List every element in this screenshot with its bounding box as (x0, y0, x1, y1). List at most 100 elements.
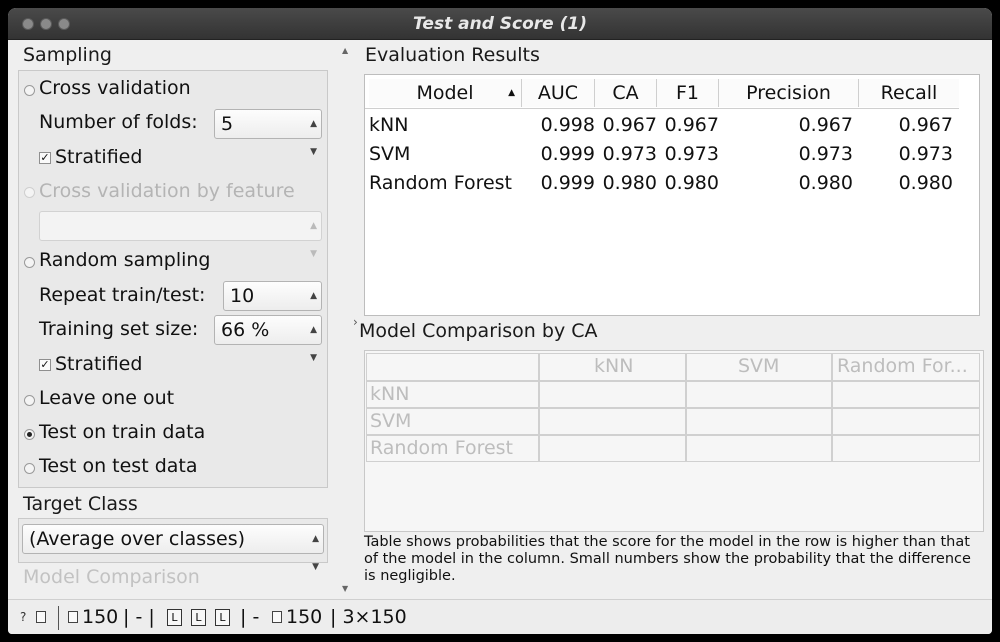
column-header-precision[interactable]: Precision (719, 79, 859, 107)
comparison-cell (539, 435, 686, 462)
leave-one-out-radio[interactable] (24, 395, 35, 406)
test-on-train-radio[interactable] (24, 429, 35, 440)
table-cell: 0.999 (540, 143, 595, 165)
table-row-model[interactable]: SVM (369, 143, 410, 165)
train-size-value: 66 % (221, 319, 270, 341)
divider (58, 606, 59, 630)
comparison-cell (686, 381, 832, 408)
train-size-combo[interactable]: 66 % ▲ ▼ (214, 315, 322, 363)
comparison-row-rf: Random Forest (366, 435, 539, 462)
column-header-auc[interactable]: AUC (522, 79, 595, 107)
sampling-title: Sampling (23, 44, 112, 66)
target-class-value: (Average over classes) (29, 528, 246, 550)
comparison-col-knn: kNN (539, 353, 686, 381)
table-cell: 0.999 (540, 172, 595, 194)
train-size-label: Training set size: (39, 318, 199, 340)
window: Test and Score (1) Sampling Cross valida… (8, 8, 992, 634)
column-header-model[interactable]: Model ▲ (369, 79, 522, 107)
comparison-cell (832, 435, 980, 462)
stratified2-checkbox[interactable]: ✓ (39, 359, 51, 371)
table-cell: 0.973 (798, 143, 853, 165)
column-header-recall[interactable]: Recall (859, 79, 959, 107)
input-icon (68, 611, 78, 623)
random-sampling-radio[interactable] (24, 257, 35, 268)
repeat-label: Repeat train/test: (39, 284, 206, 306)
table-row-model[interactable]: kNN (369, 114, 408, 136)
column-header-ca[interactable]: CA (595, 79, 657, 107)
table-cell: 0.980 (664, 172, 719, 194)
folds-combo[interactable]: 5 ▲ ▼ (214, 109, 322, 157)
cv-by-feature-label[interactable]: Cross validation by feature (39, 180, 295, 202)
statusbar: ? 150 | - | L L L | - 150 | 3×150 (8, 599, 992, 634)
folds-label: Number of folds: (39, 111, 198, 133)
chevron-down-icon: ▲▼ (310, 119, 317, 157)
evaluation-table[interactable]: Model ▲ AUC CA F1 Precision Recall kNN 0… (364, 74, 980, 316)
table-cell: 0.980 (898, 172, 953, 194)
test-on-test-label[interactable]: Test on test data (39, 455, 198, 477)
titlebar: Test and Score (1) (8, 8, 992, 40)
comparison-note: Table shows probabilities that the score… (364, 534, 971, 584)
comparison-table[interactable]: kNN SVM Random For... kNN SVM Random For… (364, 350, 984, 532)
table-cell: 0.973 (602, 143, 657, 165)
chevron-down-icon: ▲▼ (312, 534, 319, 572)
table-cell: 0.973 (898, 143, 953, 165)
comparison-col-rf: Random For... (832, 353, 980, 381)
status-separator: | - (240, 606, 260, 628)
table-cell: 0.967 (664, 114, 719, 136)
comparison-cell (539, 381, 686, 408)
table-cell: 0.980 (798, 172, 853, 194)
stratified-label[interactable]: Stratified (55, 146, 142, 168)
target-class-combo[interactable]: (Average over classes) ▲ ▼ (22, 524, 324, 572)
table-cell: 0.967 (898, 114, 953, 136)
comparison-cell (832, 381, 980, 408)
comparison-row-svm: SVM (366, 408, 539, 435)
target-class-title: Target Class (23, 493, 138, 515)
table-cell: 0.967 (602, 114, 657, 136)
help-icon[interactable]: ? (20, 610, 26, 624)
cv-by-feature-radio[interactable] (24, 187, 35, 198)
table-cell: 0.967 (798, 114, 853, 136)
chevron-down-icon: ▲▼ (310, 221, 317, 259)
random-sampling-label[interactable]: Random sampling (39, 249, 210, 271)
cross-validation-label[interactable]: Cross validation (39, 77, 191, 99)
splitter-chevron-icon[interactable]: › (353, 315, 358, 329)
stratified-checkbox[interactable]: ✓ (39, 152, 51, 164)
status-square: L (215, 609, 230, 626)
leave-one-out-label[interactable]: Leave one out (39, 387, 174, 409)
status-separator: | - | (123, 606, 155, 628)
header-divider (365, 108, 959, 109)
comparison-cell (539, 408, 686, 435)
comparison-cell (832, 408, 980, 435)
cross-validation-radio[interactable] (24, 85, 35, 96)
evaluation-title: Evaluation Results (365, 44, 540, 66)
input-count: 150 (82, 606, 119, 628)
cv-feature-combo[interactable]: ▲ ▼ (39, 211, 322, 259)
repeat-value: 10 (230, 285, 255, 307)
comparison-title: Model Comparison by CA (359, 320, 598, 342)
stratified2-label[interactable]: Stratified (55, 353, 142, 375)
table-cell: 0.998 (540, 114, 595, 136)
column-header-f1[interactable]: F1 (657, 79, 719, 107)
report-icon[interactable] (36, 611, 46, 623)
status-square: L (191, 609, 206, 626)
repeat-combo[interactable]: 10 ▲▼ (223, 281, 322, 329)
comparison-cell (686, 408, 832, 435)
scroll-down-icon[interactable]: ▼ (342, 584, 348, 593)
chevron-down-icon: ▲▼ (310, 325, 317, 363)
window-title: Test and Score (1) (413, 14, 587, 34)
comparison-corner (366, 353, 539, 381)
table-cell: 0.980 (602, 172, 657, 194)
status-square: L (167, 609, 182, 626)
test-on-test-radio[interactable] (24, 463, 35, 474)
folds-value: 5 (221, 113, 234, 135)
sort-indicator-icon: ▲ (508, 88, 515, 98)
comparison-col-svm: SVM (686, 353, 832, 381)
output-icon (272, 611, 282, 623)
table-cell: 0.973 (664, 143, 719, 165)
scroll-up-icon[interactable]: ▲ (342, 46, 348, 55)
model-comparison-title: Model Comparison (23, 566, 200, 588)
comparison-cell (686, 435, 832, 462)
test-on-train-label[interactable]: Test on train data (39, 421, 205, 443)
output-count: 150 (286, 606, 323, 628)
table-row-model[interactable]: Random Forest (369, 172, 512, 194)
